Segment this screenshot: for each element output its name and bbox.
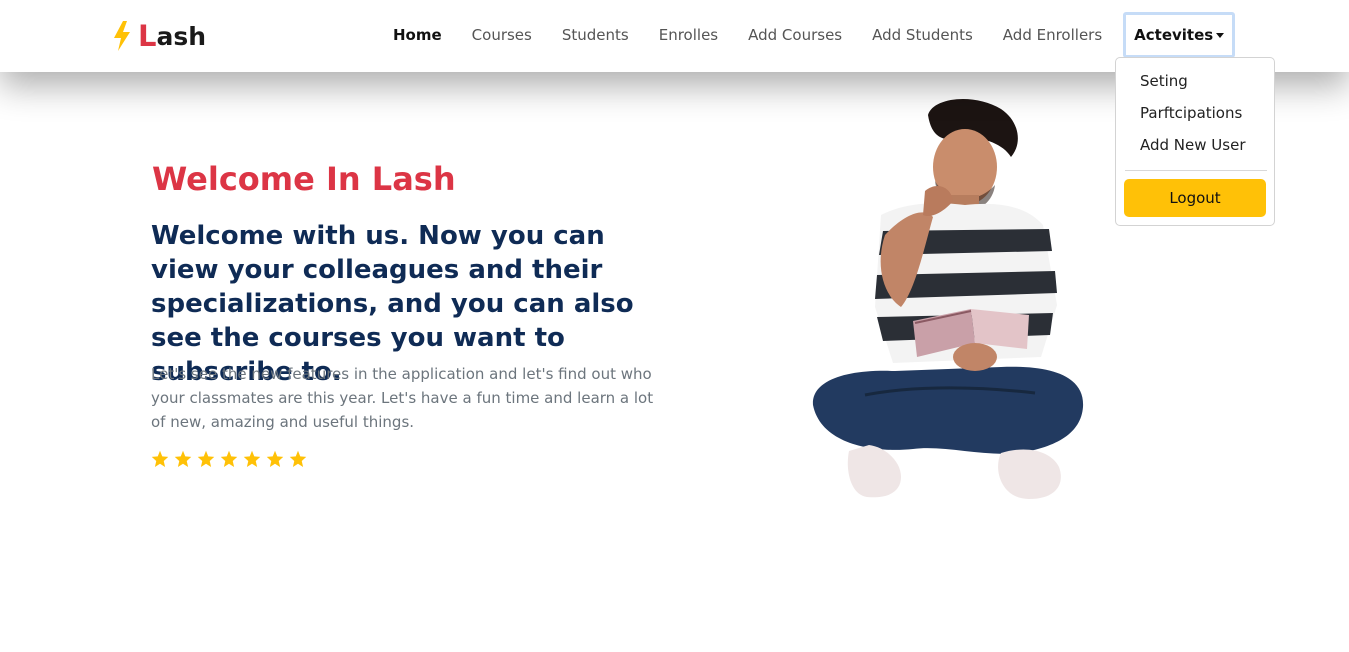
star-icon [289,450,307,467]
hero-description: Let's see the new features in the applic… [151,365,654,431]
hero-title: Welcome In Lash [152,160,456,198]
rating-stars [151,450,307,468]
dropdown-divider [1125,170,1267,171]
actevites-dropdown-menu: Seting Parftcipations Add New User Logou… [1115,57,1275,226]
nav-courses[interactable]: Courses [457,12,547,58]
lightning-bolt-icon [114,21,130,51]
star-icon [220,450,238,467]
dropdown-item-parftcipations[interactable]: Parftcipations [1140,104,1242,122]
dropdown-item-seting[interactable]: Seting [1140,72,1188,90]
nav-add-enrollers[interactable]: Add Enrollers [988,12,1117,58]
star-icon [266,450,284,467]
student-with-book-photo [812,98,1084,499]
main-nav: Home Courses Students Enrolles Add Cours… [378,12,1236,58]
star-icon [243,450,261,467]
nav-actevites-dropdown-toggle[interactable]: Actevites [1123,12,1236,58]
star-icon [151,450,169,467]
nav-students[interactable]: Students [547,12,644,58]
caret-down-icon [1216,33,1225,38]
nav-enrolles[interactable]: Enrolles [644,12,733,58]
brand-first-letter: L [138,18,157,53]
actevites-label: Actevites [1134,26,1214,44]
nav-add-students[interactable]: Add Students [857,12,988,58]
star-icon [174,450,192,467]
star-icon [197,450,215,467]
logout-button[interactable]: Logout [1124,179,1266,217]
nav-add-courses[interactable]: Add Courses [733,12,857,58]
dropdown-item-add-new-user[interactable]: Add New User [1140,136,1245,154]
nav-home[interactable]: Home [378,12,457,58]
brand-logo[interactable]: L ash [112,18,206,54]
brand-name: ash [156,21,207,51]
